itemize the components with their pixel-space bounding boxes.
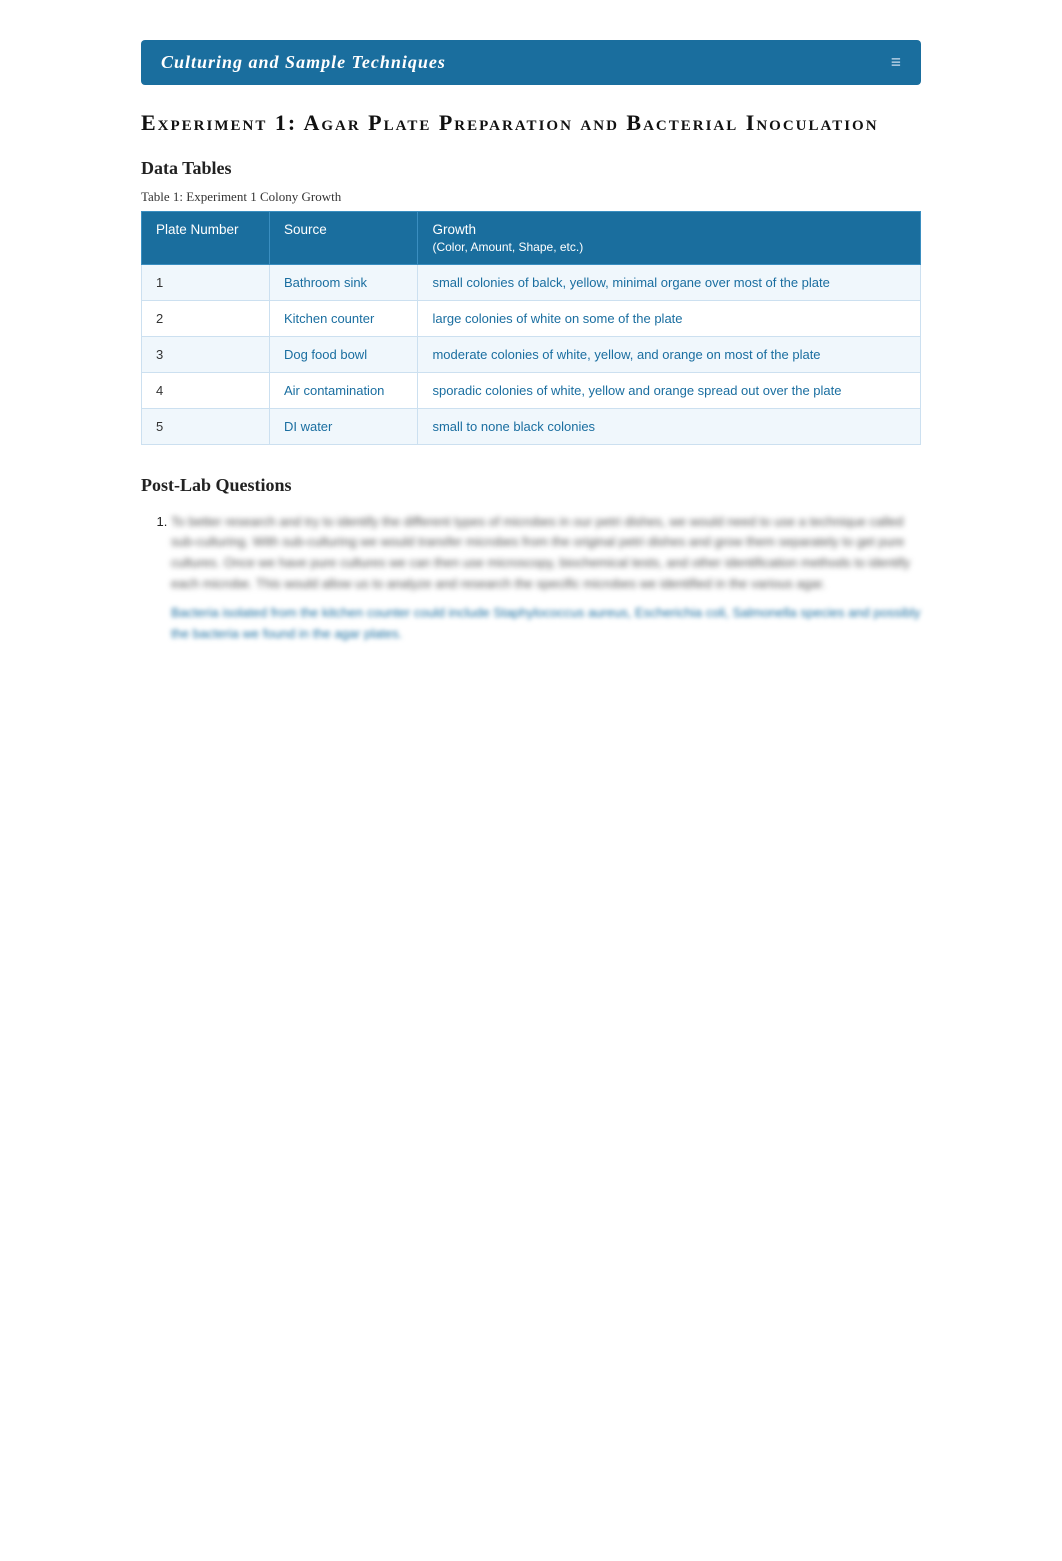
col-header-growth: Growth (Color, Amount, Shape, etc.) — [418, 211, 921, 264]
growth-cell: small colonies of balck, yellow, minimal… — [418, 264, 921, 300]
colony-growth-table: Plate Number Source Growth (Color, Amoun… — [141, 211, 921, 445]
question-1-body: To better research and try to identify t… — [171, 514, 910, 591]
table-row: 4Air contaminationsporadic colonies of w… — [142, 372, 921, 408]
source-cell: Dog food bowl — [269, 336, 418, 372]
banner-title: Culturing and Sample Techniques — [161, 52, 446, 73]
table-row: 5DI watersmall to none black colonies — [142, 408, 921, 444]
plate-number-cell: 5 — [142, 408, 270, 444]
source-cell: Kitchen counter — [269, 300, 418, 336]
source-cell: DI water — [269, 408, 418, 444]
table-header-row: Plate Number Source Growth (Color, Amoun… — [142, 211, 921, 264]
growth-cell: small to none black colonies — [418, 408, 921, 444]
post-lab-question-1: To better research and try to identify t… — [171, 512, 921, 645]
plate-number-cell: 1 — [142, 264, 270, 300]
post-lab-heading: Post-Lab Questions — [141, 475, 921, 496]
banner-icon: ≡ — [891, 52, 901, 73]
table-row: 2Kitchen counterlarge colonies of white … — [142, 300, 921, 336]
source-cell: Bathroom sink — [269, 264, 418, 300]
data-tables-heading: Data Tables — [141, 158, 921, 179]
growth-cell: sporadic colonies of white, yellow and o… — [418, 372, 921, 408]
col-header-plate: Plate Number — [142, 211, 270, 264]
growth-cell: moderate colonies of white, yellow, and … — [418, 336, 921, 372]
plate-number-cell: 2 — [142, 300, 270, 336]
table-row: 3Dog food bowlmoderate colonies of white… — [142, 336, 921, 372]
table-caption: Table 1: Experiment 1 Colony Growth — [141, 189, 921, 205]
plate-number-cell: 3 — [142, 336, 270, 372]
source-cell: Air contamination — [269, 372, 418, 408]
plate-number-cell: 4 — [142, 372, 270, 408]
col-header-source: Source — [269, 211, 418, 264]
page-wrapper: Culturing and Sample Techniques ≡ Experi… — [131, 20, 931, 684]
table-row: 1Bathroom sinksmall colonies of balck, y… — [142, 264, 921, 300]
growth-cell: large colonies of white on some of the p… — [418, 300, 921, 336]
post-lab-section: Post-Lab Questions To better research an… — [141, 475, 921, 645]
post-lab-list: To better research and try to identify t… — [141, 512, 921, 645]
page-title: Experiment 1: Agar Plate Preparation and… — [141, 109, 921, 138]
banner: Culturing and Sample Techniques ≡ — [141, 40, 921, 85]
question-1-answer: Bacteria isolated from the kitchen count… — [171, 603, 921, 645]
